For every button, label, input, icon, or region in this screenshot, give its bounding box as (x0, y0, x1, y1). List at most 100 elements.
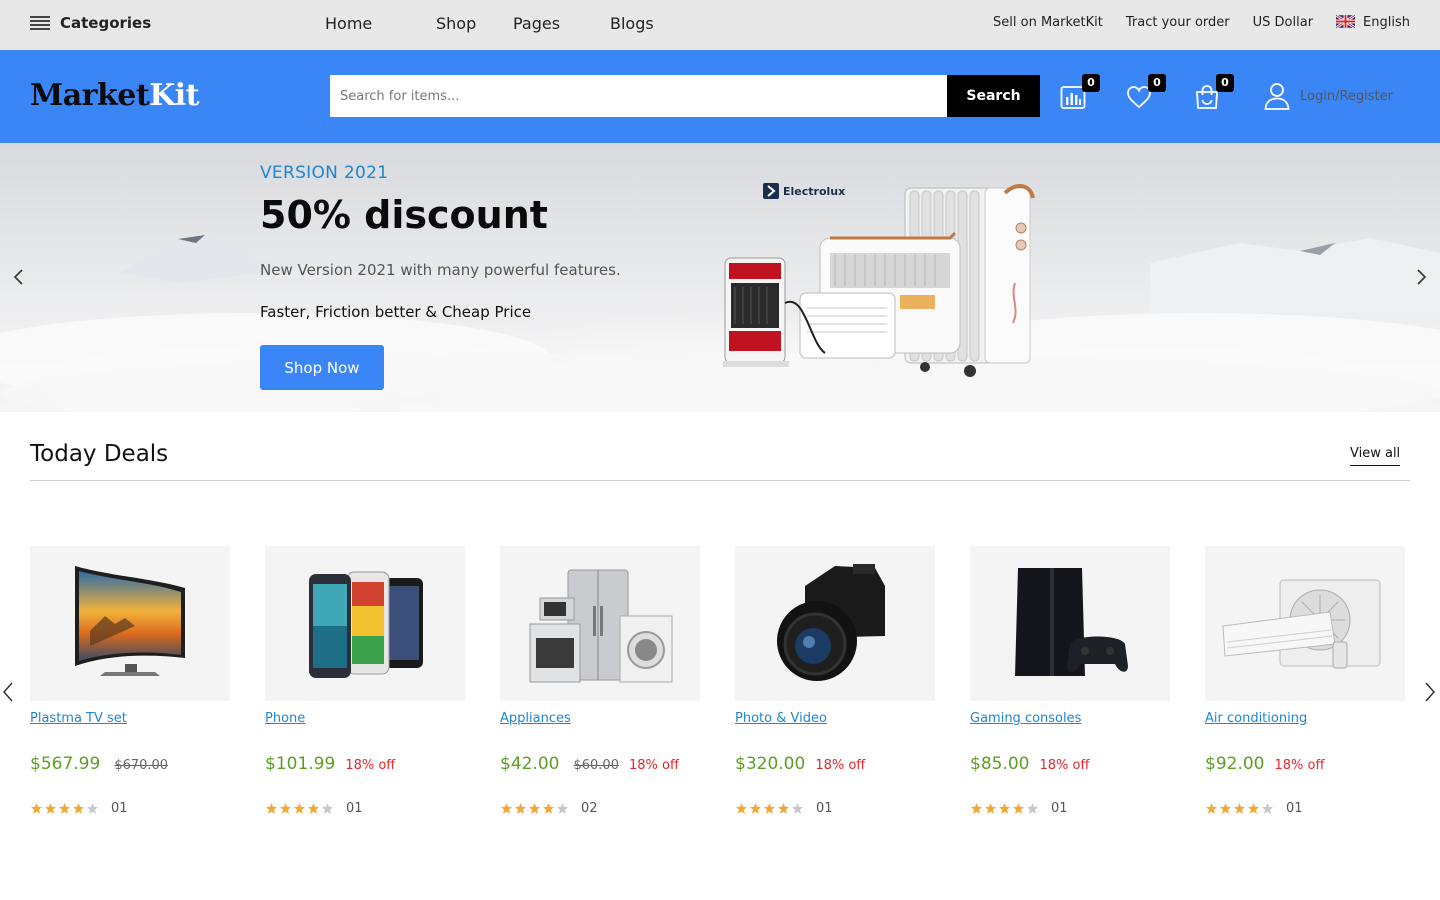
star-icon (45, 803, 56, 814)
nav-pages[interactable]: Pages (513, 14, 610, 33)
appliances-image (529, 569, 673, 683)
wishlist-count-badge: 0 (1148, 74, 1166, 92)
star-icon (1013, 803, 1024, 814)
search-button[interactable]: Search (947, 75, 1040, 117)
shop-now-button[interactable]: Shop Now (260, 345, 384, 390)
product-price: $42.00 (500, 754, 560, 774)
review-count: 01 (816, 801, 833, 816)
product-name[interactable]: Plastma TV set (30, 711, 127, 726)
product-price: $92.00 (1205, 754, 1265, 774)
star-icon (308, 803, 319, 814)
categories-menu[interactable]: Categories (30, 14, 151, 32)
star-icon (31, 803, 42, 814)
star-icon (501, 803, 512, 814)
hero-subtitle: New Version 2021 with many powerful feat… (260, 261, 621, 279)
cart-button[interactable]: 0 (1194, 74, 1234, 110)
price-row: $101.99 18% off (265, 754, 395, 774)
star-icon (1234, 803, 1245, 814)
star-icon (73, 803, 84, 814)
rating-row: 02 (500, 801, 598, 816)
cart-count-badge: 0 (1216, 74, 1234, 92)
product-image[interactable] (30, 546, 230, 701)
product-image[interactable] (265, 546, 465, 701)
star-icon (985, 803, 996, 814)
currency-selector[interactable]: US Dollar (1253, 15, 1313, 30)
hero-next-arrow-icon[interactable] (1414, 268, 1428, 286)
deals-next-arrow-icon[interactable] (1424, 682, 1436, 702)
electrolux-logo-icon (763, 183, 779, 199)
star-icon (999, 803, 1010, 814)
hero-prev-arrow-icon[interactable] (12, 268, 26, 286)
camera-image (777, 564, 885, 681)
product-name[interactable]: Air conditioning (1205, 711, 1307, 726)
star-icon (971, 803, 982, 814)
air-conditioner-image (1222, 579, 1381, 669)
price-row: $92.00 18% off (1205, 754, 1324, 774)
star-icon (529, 803, 540, 814)
search-input[interactable] (330, 75, 947, 117)
product-card[interactable]: Appliances $42.00 $60.00 18% off 02 (500, 546, 700, 816)
price-row: $85.00 18% off (970, 754, 1089, 774)
star-icon (750, 803, 761, 814)
product-name[interactable]: Phone (265, 711, 305, 726)
language-selector[interactable]: English (1336, 15, 1410, 30)
console-image (1015, 568, 1128, 676)
rating-row: 01 (1205, 801, 1303, 816)
product-name[interactable]: Gaming consoles (970, 711, 1081, 726)
product-name[interactable]: Appliances (500, 711, 571, 726)
site-logo[interactable]: MarketKit (30, 78, 200, 113)
discount-label: 18% off (1039, 758, 1090, 773)
categories-label: Categories (60, 14, 152, 32)
main-nav: Home Shop Pages Blogs (325, 14, 654, 33)
star-icon (1220, 803, 1231, 814)
wishlist-button[interactable]: 0 (1126, 74, 1166, 110)
product-old-price: $670.00 (114, 758, 169, 773)
hero-eyebrow: VERSION 2021 (260, 163, 389, 183)
compare-button[interactable]: 0 (1060, 74, 1100, 110)
star-icon (764, 803, 775, 814)
discount-label: 18% off (815, 758, 866, 773)
deals-prev-arrow-icon[interactable] (2, 682, 14, 702)
product-name[interactable]: Photo & Video (735, 711, 827, 726)
nav-home[interactable]: Home (325, 14, 436, 33)
star-rating (30, 802, 99, 815)
rating-row: 01 (735, 801, 833, 816)
star-icon (778, 803, 789, 814)
star-icon (1262, 803, 1273, 814)
star-icon (294, 803, 305, 814)
product-image[interactable] (500, 546, 700, 701)
product-card[interactable]: Phone $101.99 18% off 01 (265, 546, 465, 816)
product-image[interactable] (735, 546, 935, 701)
star-rating (735, 802, 804, 815)
product-price: $567.99 (30, 754, 101, 774)
review-count: 01 (1051, 801, 1068, 816)
rating-row: 01 (970, 801, 1068, 816)
section-divider (30, 480, 1410, 481)
product-image[interactable] (1205, 546, 1405, 701)
login-register-label: Login/Register (1300, 88, 1393, 104)
track-order-link[interactable]: Tract your order (1126, 15, 1230, 30)
sell-link[interactable]: Sell on MarketKit (993, 15, 1103, 30)
language-label: English (1363, 15, 1410, 30)
discount-label: 18% off (628, 758, 679, 773)
price-row: $320.00 18% off (735, 754, 865, 774)
nav-shop[interactable]: Shop (436, 14, 513, 33)
login-register[interactable]: Login/Register (1264, 82, 1393, 110)
product-card[interactable]: Plastma TV set $567.99 $670.00 01 (30, 546, 230, 816)
product-image[interactable] (970, 546, 1170, 701)
product-card[interactable]: Gaming consoles $85.00 18% off 01 (970, 546, 1170, 816)
star-icon (543, 803, 554, 814)
star-rating (1205, 802, 1274, 815)
hero-title: 50% discount (260, 193, 548, 237)
rating-row: 01 (265, 801, 363, 816)
star-icon (322, 803, 333, 814)
product-card[interactable]: Photo & Video $320.00 18% off 01 (735, 546, 935, 816)
nav-blogs[interactable]: Blogs (610, 14, 654, 33)
user-icon (1264, 83, 1290, 110)
header: MarketKit Search 0 0 0 Login/Register (0, 50, 1440, 143)
star-icon (557, 803, 568, 814)
hamburger-icon (30, 16, 50, 30)
product-card[interactable]: Air conditioning $92.00 18% off 01 (1205, 546, 1405, 816)
view-all-link[interactable]: View all (1350, 446, 1401, 466)
review-count: 01 (346, 801, 363, 816)
